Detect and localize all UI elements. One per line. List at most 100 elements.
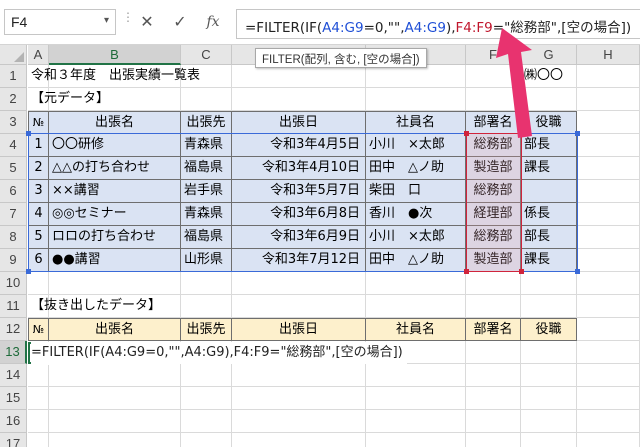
empty-cell[interactable] [577, 272, 640, 295]
data-cell[interactable]: 柴田 口 [366, 180, 466, 203]
data-cell[interactable]: ●●講習 [49, 249, 181, 272]
row-header-7[interactable]: 7 [0, 203, 27, 226]
empty-cell[interactable] [466, 295, 521, 318]
header-trip-name[interactable]: 出張名 [49, 318, 181, 341]
empty-cell[interactable] [49, 364, 181, 387]
range-handle[interactable] [464, 131, 469, 136]
empty-cell[interactable] [521, 341, 577, 364]
empty-cell[interactable] [28, 364, 49, 387]
enter-button[interactable]: ✓ [167, 10, 193, 34]
empty-cell[interactable] [466, 433, 521, 447]
data-cell[interactable]: 2 [28, 157, 49, 180]
data-cell[interactable]: 山形県 [181, 249, 232, 272]
col-header-a[interactable]: A [28, 45, 49, 65]
range-handle[interactable] [575, 269, 580, 274]
empty-cell[interactable] [577, 295, 640, 318]
col-header-b[interactable]: B [49, 45, 181, 65]
chevron-down-icon[interactable]: ▾ [104, 15, 109, 26]
name-box[interactable]: F4 ▾ [4, 9, 116, 35]
data-cell[interactable]: ロロの打ち合わせ [49, 226, 181, 249]
empty-cell[interactable] [466, 272, 521, 295]
data-cell[interactable]: 部長 [521, 226, 577, 249]
row-header-3[interactable]: 3 [0, 111, 27, 134]
empty-cell[interactable] [181, 387, 232, 410]
empty-cell[interactable] [366, 65, 466, 88]
data-cell[interactable]: 岩手県 [181, 180, 232, 203]
data-cell[interactable]: 令和3年5月7日 [232, 180, 366, 203]
range-handle[interactable] [26, 131, 31, 136]
header-destination[interactable]: 出張先 [181, 111, 232, 134]
data-cell[interactable]: ××講習 [49, 180, 181, 203]
cancel-button[interactable]: ✕ [134, 10, 160, 34]
data-cell[interactable]: 青森県 [181, 203, 232, 226]
range-handle[interactable] [575, 131, 580, 136]
sheet-title[interactable]: 令和３年度 出張実績一覧表 [28, 65, 328, 88]
data-cell[interactable]: 総務部 [466, 226, 521, 249]
empty-cell[interactable] [181, 433, 232, 447]
data-cell[interactable]: 令和3年7月12日 [232, 249, 366, 272]
data-cell[interactable]: 小川 ×太郎 [366, 134, 466, 157]
row-header-4[interactable]: 4 [0, 134, 27, 157]
empty-cell[interactable] [232, 364, 366, 387]
row-header-10[interactable]: 10 [0, 272, 27, 295]
empty-cell[interactable] [232, 272, 366, 295]
formula-input[interactable]: =FILTER(IF(A4:G9=0,"",A4:G9),F4:F9="総務部"… [236, 9, 640, 39]
data-cell[interactable]: 田中 △ノ助 [366, 249, 466, 272]
header-trip-date[interactable]: 出張日 [232, 318, 366, 341]
source-label[interactable]: 【元データ】 [28, 88, 178, 111]
data-cell[interactable]: 課長 [521, 249, 577, 272]
empty-cell[interactable] [577, 111, 640, 134]
data-cell[interactable]: 課長 [521, 157, 577, 180]
empty-cell[interactable] [181, 410, 232, 433]
empty-cell[interactable] [521, 295, 577, 318]
empty-cell[interactable] [232, 410, 366, 433]
range-handle[interactable] [519, 269, 524, 274]
empty-cell[interactable] [366, 272, 466, 295]
header-no[interactable]: № [28, 318, 49, 341]
empty-cell[interactable] [577, 318, 640, 341]
data-cell[interactable]: 5 [28, 226, 49, 249]
extract-label[interactable]: 【抜き出したデータ】 [28, 295, 228, 318]
data-cell[interactable]: △△の打ち合わせ [49, 157, 181, 180]
data-cell[interactable] [521, 180, 577, 203]
empty-cell[interactable] [577, 341, 640, 364]
data-cell[interactable]: 福島県 [181, 157, 232, 180]
empty-cell[interactable] [577, 364, 640, 387]
data-cell[interactable]: 青森県 [181, 134, 232, 157]
empty-cell[interactable] [181, 88, 232, 111]
empty-cell[interactable] [366, 295, 466, 318]
data-cell[interactable]: 令和3年6月9日 [232, 226, 366, 249]
header-position[interactable]: 役職 [521, 318, 577, 341]
empty-cell[interactable] [366, 433, 466, 447]
row-header-8[interactable]: 8 [0, 226, 27, 249]
data-cell[interactable]: 製造部 [466, 157, 521, 180]
data-cell[interactable]: 田中 △ノ助 [366, 157, 466, 180]
row-header-11[interactable]: 11 [0, 295, 27, 318]
range-handle[interactable] [26, 269, 31, 274]
empty-cell[interactable] [366, 410, 466, 433]
cell-a13-formula[interactable]: =FILTER(IF(A4:G9=0,"",A4:G9),F4:F9="総務部"… [31, 342, 407, 364]
empty-cell[interactable] [366, 88, 466, 111]
empty-cell[interactable] [521, 433, 577, 447]
col-header-h[interactable]: H [577, 45, 640, 65]
data-cell[interactable]: 令和3年4月10日 [232, 157, 366, 180]
data-cell[interactable]: 4 [28, 203, 49, 226]
data-cell[interactable]: ◎◎セミナー [49, 203, 181, 226]
row-header-5[interactable]: 5 [0, 157, 27, 180]
row-header-12[interactable]: 12 [0, 318, 27, 341]
row-header-17[interactable]: 17 [0, 433, 27, 447]
row-header-9[interactable]: 9 [0, 249, 27, 272]
empty-cell[interactable] [49, 387, 181, 410]
row-header-1[interactable]: 1 [0, 65, 27, 88]
data-cell[interactable]: 小川 ×太郎 [366, 226, 466, 249]
empty-cell[interactable] [466, 387, 521, 410]
empty-cell[interactable] [577, 134, 640, 157]
data-cell[interactable]: 1 [28, 134, 49, 157]
row-header-15[interactable]: 15 [0, 387, 27, 410]
empty-cell[interactable] [181, 364, 232, 387]
data-cell[interactable]: 6 [28, 249, 49, 272]
empty-cell[interactable] [577, 203, 640, 226]
empty-cell[interactable] [577, 410, 640, 433]
empty-cell[interactable] [521, 364, 577, 387]
empty-cell[interactable] [49, 433, 181, 447]
